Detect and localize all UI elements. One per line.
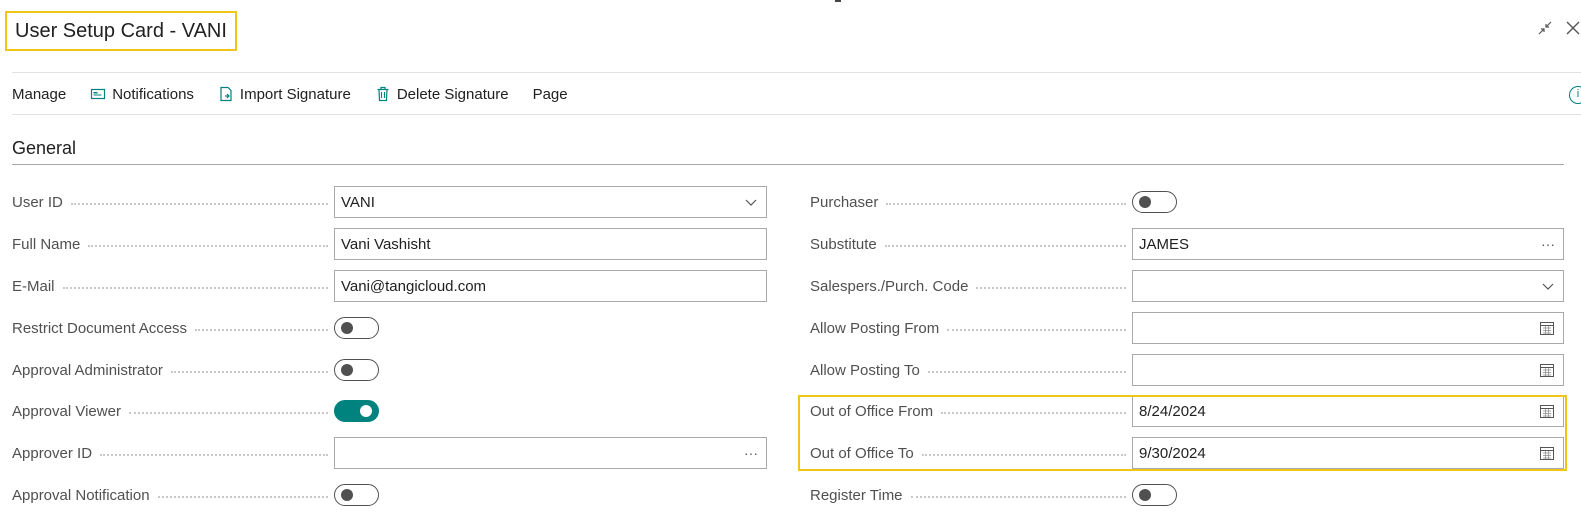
more-options-icon[interactable]: ··· [744,438,758,468]
leader-dots [88,245,328,247]
field-approver-id: Approver ID ··· [12,437,767,469]
import-file-icon [218,86,234,102]
leader-dots [128,412,328,414]
restrict-document-access-toggle[interactable] [334,317,379,339]
leader-dots [947,329,1126,331]
substitute-input[interactable]: JAMES ··· [1132,228,1564,260]
field-allow-posting-to: Allow Posting To [810,354,1564,386]
salespers-purch-code-select[interactable] [1132,270,1564,302]
trash-icon [375,86,391,102]
user-setup-card: User Setup Card - VANI Manage Notificati… [0,0,1581,524]
page-title: User Setup Card - VANI [15,19,227,42]
leader-dots [70,203,328,205]
field-approval-notification: Approval Notification [12,479,379,511]
full-name-value: Vani Vashisht [341,235,431,253]
page-button[interactable]: Page [533,86,568,103]
calendar-icon[interactable] [1539,355,1555,385]
collapse-icon[interactable] [1537,20,1553,41]
approval-viewer-label: Approval Viewer [12,402,121,420]
leader-dots [884,245,1126,247]
toggle-knob [1139,489,1151,501]
leader-dots [976,287,1126,289]
allow-posting-from-label: Allow Posting From [810,319,940,337]
leader-dots [910,496,1126,498]
email-input[interactable]: Vani@tangicloud.com [334,270,767,302]
field-full-name: Full Name Vani Vashisht [12,228,767,260]
top-marker [835,0,841,2]
window-controls [1537,20,1581,41]
full-name-input[interactable]: Vani Vashisht [334,228,767,260]
section-divider [12,164,1564,165]
approver-id-label: Approver ID [12,444,93,462]
field-user-id: User ID VANI [12,186,767,218]
notifications-button[interactable]: Notifications [90,86,194,103]
leader-dots [927,371,1126,373]
page-label: Page [532,85,568,103]
salespers-purch-code-label: Salespers./Purch. Code [810,277,969,295]
register-time-label: Register Time [810,486,903,504]
approval-administrator-toggle[interactable] [334,359,379,381]
leader-dots [62,287,328,289]
approval-notification-label: Approval Notification [12,486,150,504]
full-name-label: Full Name [12,235,81,253]
purchaser-label: Purchaser [810,193,879,211]
import-signature-label: Import Signature [239,85,351,103]
allow-posting-from-date[interactable] [1132,312,1564,344]
notifications-label: Notifications [112,85,194,103]
section-title-general: General [12,138,77,158]
manage-button[interactable]: Manage [12,86,66,103]
more-options-icon[interactable]: ··· [1541,229,1555,259]
actionbar-divider [12,114,1581,115]
approval-notification-toggle[interactable] [334,484,379,506]
toggle-knob [1139,196,1151,208]
field-substitute: Substitute JAMES ··· [810,228,1564,260]
field-allow-posting-from: Allow Posting From [810,312,1564,344]
delete-signature-label: Delete Signature [396,85,509,103]
toggle-knob [360,405,372,417]
info-icon[interactable]: i [1569,86,1581,104]
toggle-knob [341,322,353,334]
email-value: Vani@tangicloud.com [341,277,487,295]
notification-card-icon [90,86,106,102]
field-approval-administrator: Approval Administrator [12,354,379,386]
calendar-icon[interactable] [1539,313,1555,343]
import-signature-button[interactable]: Import Signature [218,86,351,103]
leader-dots [170,371,328,373]
field-approval-viewer: Approval Viewer [12,395,379,427]
chevron-down-icon[interactable] [1541,271,1555,301]
out-of-office-highlight [798,395,1567,471]
approval-viewer-toggle[interactable] [334,400,379,422]
page-title-box: User Setup Card - VANI [5,11,237,51]
approval-administrator-label: Approval Administrator [12,361,163,379]
field-register-time: Register Time [810,479,1177,511]
leader-dots [100,454,328,456]
allow-posting-to-date[interactable] [1132,354,1564,386]
purchaser-toggle[interactable] [1132,191,1177,213]
field-salespers-purch-code: Salespers./Purch. Code [810,270,1564,302]
substitute-value: JAMES [1139,235,1190,253]
toggle-knob [341,364,353,376]
approver-id-input[interactable]: ··· [334,437,767,469]
leader-dots [886,203,1126,205]
user-id-value: VANI [341,193,375,211]
toggle-knob [341,489,353,501]
delete-signature-button[interactable]: Delete Signature [375,86,509,103]
field-restrict-document-access: Restrict Document Access [12,312,379,344]
email-label: E-Mail [12,277,55,295]
user-id-label: User ID [12,193,63,211]
user-id-select[interactable]: VANI [334,186,767,218]
leader-dots [157,496,328,498]
chevron-down-icon[interactable] [744,187,758,217]
manage-label: Manage [12,85,67,103]
substitute-label: Substitute [810,235,877,253]
leader-dots [195,329,328,331]
field-email: E-Mail Vani@tangicloud.com [12,270,767,302]
close-icon[interactable] [1565,20,1581,41]
register-time-toggle[interactable] [1132,484,1177,506]
allow-posting-to-label: Allow Posting To [810,361,920,379]
field-purchaser: Purchaser [810,186,1177,218]
header-divider [12,72,1581,73]
action-bar: Manage Notifications Import Signature De… [12,78,568,110]
restrict-document-access-label: Restrict Document Access [12,319,188,337]
